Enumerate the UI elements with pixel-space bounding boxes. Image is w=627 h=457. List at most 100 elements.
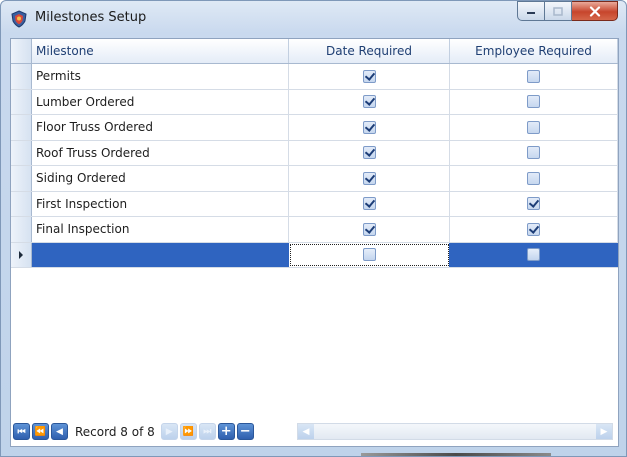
window-title: Milestones Setup (35, 10, 147, 25)
table-row[interactable]: Siding Ordered (11, 166, 618, 192)
employee-required-cell[interactable] (450, 191, 618, 216)
shield-app-icon (11, 10, 27, 28)
milestone-cell[interactable]: Siding Ordered (32, 166, 289, 191)
next-record-button[interactable]: ▶ (160, 423, 178, 440)
previous-record-button[interactable]: ◀ (51, 423, 68, 440)
title-bar[interactable]: Milestones Setup (1, 1, 626, 35)
row-header[interactable] (11, 89, 32, 114)
employee-required-cell[interactable] (450, 166, 618, 191)
last-record-button[interactable]: ⏭ (198, 423, 216, 440)
table-row[interactable]: Floor Truss Ordered (11, 115, 618, 141)
milestone-cell[interactable]: Floor Truss Ordered (32, 115, 289, 140)
delete-record-button[interactable]: − (236, 423, 254, 440)
date-required-checkbox[interactable] (362, 171, 376, 185)
employee-required-cell[interactable] (450, 89, 618, 114)
previous-icon: ◀ (56, 426, 63, 437)
date-required-checkbox[interactable] (362, 222, 376, 236)
next-page-button[interactable]: ⏩ (179, 423, 197, 440)
close-icon (589, 5, 600, 17)
employee-required-cell[interactable] (450, 115, 618, 140)
next-icon: ▶ (165, 426, 173, 437)
plus-icon: + (220, 424, 232, 439)
chevron-left-icon: ◀ (302, 426, 310, 437)
row-header[interactable] (11, 115, 32, 140)
column-header-date-required[interactable]: Date Required (289, 39, 450, 63)
previous-page-button[interactable]: ⏪ (32, 423, 49, 440)
close-button[interactable] (572, 1, 618, 21)
employee-required-cell[interactable] (450, 217, 618, 242)
chevron-right-icon: ▶ (600, 426, 608, 437)
date-required-checkbox[interactable] (362, 248, 376, 262)
maximize-icon (553, 6, 563, 16)
table-row[interactable]: Permits (11, 64, 618, 90)
date-required-cell[interactable] (289, 140, 450, 165)
date-required-cell[interactable] (289, 191, 450, 216)
milestones-setup-window: Milestones Setup Milestone Date Required… (0, 0, 627, 457)
current-row-arrow-icon (19, 250, 23, 259)
milestone-cell[interactable] (32, 242, 289, 267)
date-required-cell[interactable] (289, 89, 450, 114)
previous-page-icon: ⏪ (34, 426, 47, 437)
header-corner (11, 39, 32, 63)
milestone-cell[interactable]: Final Inspection (32, 217, 289, 242)
first-record-button[interactable]: ⏮ (13, 423, 30, 440)
employee-required-checkbox[interactable] (527, 69, 540, 83)
last-icon: ⏭ (203, 426, 212, 437)
column-header-milestone[interactable]: Milestone (32, 39, 289, 63)
date-required-checkbox[interactable] (362, 95, 376, 109)
employee-required-cell[interactable] (450, 64, 618, 89)
employee-required-checkbox[interactable] (527, 146, 540, 160)
next-page-icon: ⏩ (182, 426, 194, 437)
milestones-grid: Milestone Date Required Employee Require… (11, 39, 618, 268)
record-position-label: Record 8 of 8 (75, 424, 155, 439)
table-row[interactable]: Lumber Ordered (11, 89, 618, 115)
grid-header-row: Milestone Date Required Employee Require… (11, 39, 618, 64)
employee-required-checkbox[interactable] (527, 248, 540, 262)
employee-required-checkbox[interactable] (527, 197, 540, 211)
bottom-edge-strip (361, 453, 551, 456)
milestone-cell[interactable]: Permits (32, 64, 289, 89)
employee-required-checkbox[interactable] (527, 95, 540, 109)
table-row[interactable]: First Inspection (11, 191, 618, 217)
column-header-employee-required[interactable]: Employee Required (450, 39, 618, 63)
row-header[interactable] (11, 217, 32, 242)
date-required-cell[interactable] (289, 166, 450, 191)
navigator-buttons: ⏮ ⏪ ◀ Record 8 of 8 ▶ ⏩ ⏭ + − (13, 423, 256, 440)
append-record-button[interactable]: + (217, 423, 235, 440)
employee-required-cell[interactable] (450, 242, 618, 267)
caption-buttons (517, 1, 618, 23)
employee-required-checkbox[interactable] (527, 222, 540, 236)
first-icon: ⏮ (17, 426, 26, 437)
minimize-button[interactable] (517, 1, 545, 21)
date-required-checkbox[interactable] (362, 146, 376, 160)
horizontal-scrollbar[interactable]: ◀ ▶ (297, 423, 613, 440)
row-header[interactable] (11, 140, 32, 165)
date-required-checkbox[interactable] (362, 197, 376, 211)
row-header[interactable] (11, 242, 32, 267)
client-area: Milestone Date Required Employee Require… (10, 38, 619, 447)
date-required-checkbox[interactable] (362, 120, 376, 134)
employee-required-checkbox[interactable] (527, 171, 540, 185)
date-required-cell[interactable] (289, 115, 450, 140)
table-row[interactable]: Roof Truss Ordered (11, 140, 618, 166)
row-header[interactable] (11, 166, 32, 191)
row-header[interactable] (11, 64, 32, 89)
date-required-cell[interactable] (289, 242, 450, 267)
milestone-cell[interactable]: Lumber Ordered (32, 89, 289, 114)
date-required-cell[interactable] (289, 217, 450, 242)
scroll-left-button[interactable]: ◀ (298, 424, 314, 439)
milestone-cell[interactable]: First Inspection (32, 191, 289, 216)
new-record-row[interactable] (11, 242, 618, 268)
date-required-checkbox[interactable] (362, 69, 376, 83)
date-required-cell[interactable] (289, 64, 450, 89)
grid-body: Permits Lumber Ordered Floor Truss Ordered… (11, 64, 618, 268)
minus-icon: − (239, 424, 251, 439)
employee-required-cell[interactable] (450, 140, 618, 165)
employee-required-checkbox[interactable] (527, 120, 540, 134)
table-row[interactable]: Final Inspection (11, 217, 618, 243)
row-header[interactable] (11, 191, 32, 216)
milestone-cell[interactable]: Roof Truss Ordered (32, 140, 289, 165)
maximize-button[interactable] (545, 1, 572, 21)
minimize-icon (527, 12, 535, 14)
scroll-right-button[interactable]: ▶ (596, 424, 612, 439)
